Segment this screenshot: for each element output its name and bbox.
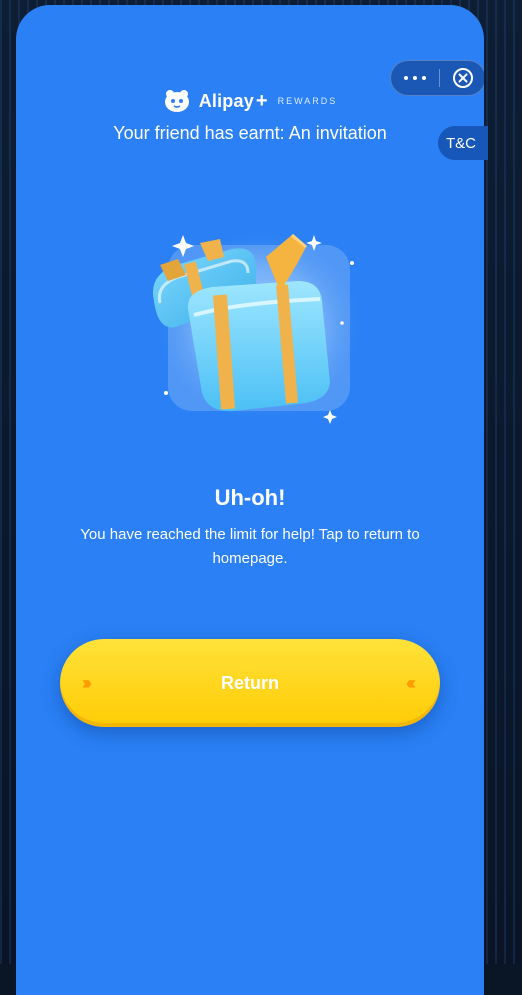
brand-tag: REWARDS [277, 96, 338, 106]
rewards-panel: Alipay + REWARDS Your friend has earnt: … [16, 5, 484, 995]
return-button[interactable]: ››› Return ‹‹‹ [60, 639, 440, 727]
open-gift-box-illustration [116, 205, 396, 445]
status-heading: Uh-oh! [214, 485, 286, 510]
capsule-divider [439, 69, 440, 87]
invitation-subtitle: Your friend has earnt: An invitation [113, 123, 387, 143]
chevrons-right-icon: ››› [82, 673, 92, 693]
brand-name: Alipay [198, 90, 254, 111]
brand-header: Alipay + REWARDS [16, 89, 484, 113]
tc-tab-label: T&C [446, 134, 476, 152]
alipay-mascot-icon [163, 89, 191, 113]
tc-tab-button[interactable]: T&C [438, 126, 488, 160]
limit-message: You have reached the limit for help! Tap… [80, 526, 420, 567]
return-button-label: Return [221, 672, 279, 693]
chevrons-left-icon: ‹‹‹ [406, 673, 416, 693]
close-circle-icon[interactable] [453, 68, 473, 88]
brand-plus: + [255, 89, 268, 112]
